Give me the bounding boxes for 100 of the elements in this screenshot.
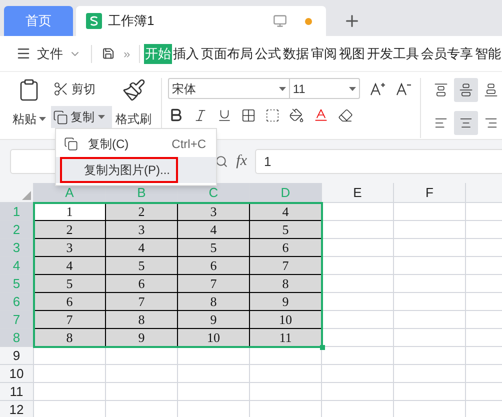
table-cell: 5 — [106, 257, 178, 275]
ribbon-tab[interactable]: 开发工具 — [366, 44, 420, 64]
file-menu[interactable]: 文件 — [16, 44, 81, 64]
column-header[interactable]: F — [394, 183, 466, 203]
table-cell: 3 — [34, 239, 106, 257]
menu-item[interactable]: 复制为图片(P)... — [56, 157, 216, 183]
table-cell: 8 — [106, 311, 178, 329]
align-icon — [458, 116, 473, 130]
row-header[interactable]: 9 — [0, 347, 34, 365]
align-icon — [458, 83, 473, 97]
copy-button[interactable]: 复制 — [50, 106, 112, 128]
row-header[interactable]: 12 — [0, 401, 34, 417]
table-cell: 6 — [178, 257, 250, 275]
empty-cell — [394, 275, 466, 293]
table-cell: 9 — [250, 293, 322, 311]
sheet-app-icon — [86, 13, 102, 29]
table-cell: 2 — [34, 221, 106, 239]
ribbon-tab[interactable]: 页面布局 — [200, 44, 254, 64]
table-cell: 10 — [250, 311, 322, 329]
empty-cell — [250, 365, 322, 383]
empty-cell — [394, 239, 466, 257]
caret-icon — [98, 115, 105, 119]
table-cell: 5 — [178, 239, 250, 257]
table-cell: 6 — [250, 239, 322, 257]
fill-handle[interactable] — [320, 345, 325, 350]
column-header[interactable]: E — [322, 183, 394, 203]
formula-input[interactable]: 1 — [255, 149, 502, 174]
empty-cell — [394, 383, 466, 401]
empty-cell — [394, 293, 466, 311]
row-header[interactable]: 10 — [0, 365, 34, 383]
ribbon-tab[interactable]: 数据 — [282, 44, 310, 64]
table-cell: 7 — [106, 293, 178, 311]
caret-icon — [39, 117, 46, 121]
empty-cell — [394, 347, 466, 365]
menu-item[interactable]: 复制(C) Ctrl+C — [56, 131, 216, 157]
underline-icon[interactable] — [216, 108, 232, 122]
empty-cell — [322, 365, 394, 383]
empty-cell — [394, 365, 466, 383]
decrease-font-icon[interactable] — [396, 82, 412, 96]
table-cell: 11 — [250, 329, 322, 347]
ribbon-tab[interactable]: 视图 — [338, 44, 366, 64]
table-cell: 6 — [34, 293, 106, 311]
table-cell: 4 — [178, 221, 250, 239]
empty-cell — [106, 347, 178, 365]
new-tab-button[interactable] — [343, 12, 361, 30]
table-cell: 7 — [178, 275, 250, 293]
empty-cell — [394, 203, 466, 221]
format-painter-button[interactable]: 格式刷 — [116, 110, 152, 128]
align-button[interactable] — [454, 78, 478, 102]
font-color-icon[interactable] — [312, 107, 329, 123]
align-button[interactable] — [454, 110, 478, 134]
empty-cell — [394, 329, 466, 347]
align-icon — [484, 116, 498, 130]
table-cell: 5 — [34, 275, 106, 293]
increase-font-icon[interactable] — [370, 82, 386, 96]
copy-icon — [64, 137, 78, 151]
table-cell: 1 — [34, 203, 106, 221]
table-cell: 8 — [250, 275, 322, 293]
table-cell: 4 — [250, 203, 322, 221]
cell-style-icon[interactable] — [264, 108, 280, 122]
empty-cell — [394, 311, 466, 329]
empty-cell — [394, 221, 466, 239]
align-icon — [484, 83, 498, 97]
table-cell: 9 — [106, 329, 178, 347]
menu-item-label: 复制(C) — [88, 136, 129, 153]
table-cell: 9 — [178, 311, 250, 329]
row-header[interactable]: 11 — [0, 383, 34, 401]
ribbon-tab[interactable]: 公式 — [254, 44, 282, 64]
fill-color-icon[interactable] — [288, 108, 304, 122]
tab-title: 工作簿1 — [108, 12, 154, 30]
ribbon-tab[interactable]: 审阅 — [310, 44, 338, 64]
empty-cell — [106, 383, 178, 401]
table-cell: 4 — [34, 257, 106, 275]
eraser-icon[interactable] — [338, 108, 353, 122]
paintbrush-icon — [122, 78, 146, 102]
table-cell: 5 — [250, 221, 322, 239]
save-icon[interactable] — [102, 46, 114, 61]
table-cell: 2 — [106, 203, 178, 221]
scissors-icon — [52, 81, 69, 97]
empty-cell — [178, 347, 250, 365]
align-icon — [434, 83, 448, 97]
menu-icon — [16, 46, 31, 61]
empty-cell — [250, 383, 322, 401]
ribbon-tab[interactable]: 会员专享 — [420, 44, 474, 64]
search-icon[interactable] — [215, 155, 228, 168]
empty-cell — [322, 383, 394, 401]
workbook-tab[interactable]: 工作簿1 — [76, 6, 326, 36]
ribbon-tab[interactable]: 智能 — [474, 44, 502, 64]
paste-button[interactable]: 粘贴 — [12, 110, 46, 128]
copy-icon — [52, 110, 68, 124]
table-cell: 3 — [178, 203, 250, 221]
cut-button[interactable]: 剪切 — [52, 78, 112, 100]
ribbon-tab[interactable]: 插入 — [172, 44, 200, 64]
table-cell: 7 — [34, 311, 106, 329]
table-cell: 8 — [34, 329, 106, 347]
empty-cell — [394, 257, 466, 275]
table-cell: 8 — [178, 293, 250, 311]
monitor-icon[interactable] — [273, 14, 287, 28]
empty-cell — [178, 365, 250, 383]
borders-icon[interactable] — [240, 108, 256, 122]
